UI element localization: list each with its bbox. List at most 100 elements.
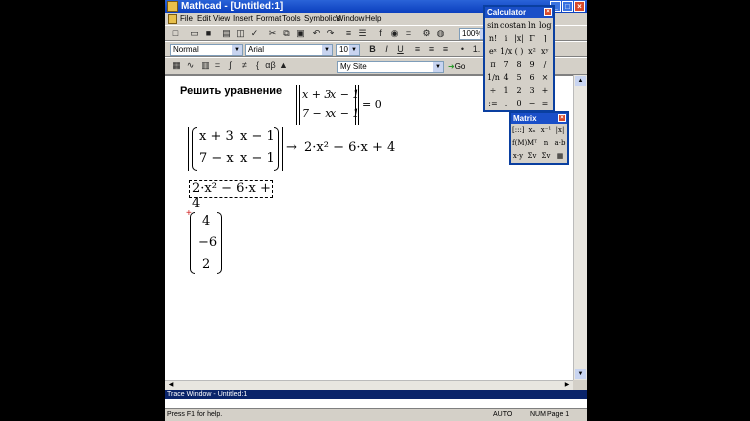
calculator-button[interactable]: / [539,59,551,70]
calculator-button[interactable]: 7 [500,59,512,70]
font-select[interactable]: Arial ▼ [245,44,333,56]
calculator-button[interactable]: 2 [513,85,525,96]
calculator-button[interactable]: − [526,98,538,109]
programming-toolbar-icon[interactable]: { [252,60,263,71]
style-select[interactable]: Normal ▼ [170,44,243,56]
calculator-button[interactable]: 3 [526,85,538,96]
calculator-button[interactable]: ÷ [487,85,499,96]
roots-vector-region[interactable]: 4 −6 2 [190,212,230,276]
calculator-button[interactable]: := [487,98,499,109]
italic-button[interactable]: I [381,44,392,55]
calculator-button[interactable]: Γ [526,33,538,44]
calculator-button[interactable]: sin [487,20,499,31]
matrix-button[interactable]: |x| [554,125,566,136]
matrix-button[interactable]: f(M) [512,138,527,149]
resource-site-select[interactable]: My Site ▼ [337,61,444,73]
boolean-toolbar-icon[interactable]: ≠ [239,60,250,71]
calculator-button[interactable]: 1/n [487,72,500,83]
matrix-button[interactable]: x⁻¹ [540,125,552,136]
calculator-toolbar-icon[interactable]: ▦ [171,60,182,71]
matrix-button[interactable]: x·y [512,151,524,162]
calculator-button[interactable]: x² [526,46,538,57]
align-across-icon[interactable]: ≡ [343,28,354,39]
calculator-button[interactable]: 1 [500,85,512,96]
calculator-button[interactable]: eˣ [487,46,499,57]
calculator-button[interactable]: i [500,33,512,44]
graph-toolbar-icon[interactable]: ∿ [185,60,196,71]
menu-tools[interactable]: Tools [282,13,301,25]
print-icon[interactable]: ▤ [221,28,232,39]
insert-component-icon[interactable]: ⚙ [421,28,432,39]
matrix-button[interactable]: a·b [554,138,566,149]
menu-symbolics[interactable]: Symbolics [304,13,340,25]
undo-icon[interactable]: ↶ [311,28,322,39]
copy-icon[interactable]: ⧉ [281,28,292,39]
align-left-icon[interactable]: ≡ [412,44,423,55]
scroll-left-icon[interactable]: ◀ [166,381,176,389]
calculator-button[interactable]: tan [513,20,526,31]
calculator-button[interactable]: log [539,20,552,31]
go-button[interactable]: ➜Go [448,61,465,72]
calculator-button[interactable]: 1/x [500,46,512,57]
bold-button[interactable]: B [367,44,378,55]
save-icon[interactable]: ■ [203,28,214,39]
open-icon[interactable]: ▭ [189,28,200,39]
menu-format[interactable]: Format [256,13,281,25]
matrix-button[interactable]: Σv [540,151,552,162]
calculator-button[interactable]: ⌉ [539,33,551,44]
matrix-button[interactable]: xₙ [526,125,538,136]
insert-function-icon[interactable]: f [375,28,386,39]
spell-icon[interactable]: ✓ [249,28,260,39]
calculator-button[interactable]: cos [500,20,513,31]
align-right-icon[interactable]: ≡ [440,44,451,55]
matrix-toolbar-icon[interactable]: ▥ [200,60,211,71]
calculate-icon[interactable]: = [403,28,414,39]
calculator-button[interactable]: ( ) [513,46,525,57]
determinant-region[interactable]: x + 3 x − 1 7 − x x − 1 → 2·x² − 6·x + 4 [188,126,408,174]
cut-icon[interactable]: ✂ [267,28,278,39]
align-down-icon[interactable]: ☰ [357,28,368,39]
close-button[interactable]: × [574,1,585,12]
menu-file[interactable]: File [180,13,193,25]
calculus-toolbar-icon[interactable]: ∫ [225,60,236,71]
matrix-button[interactable]: Mᵀ [526,138,538,149]
menu-view[interactable]: View [213,13,230,25]
calculator-titlebar[interactable]: Calculator × [485,7,553,18]
menu-insert[interactable]: Insert [233,13,253,25]
horizontal-scrollbar[interactable]: ◀ ▶ [165,380,573,390]
preview-icon[interactable]: ◫ [235,28,246,39]
size-select[interactable]: 10 ▼ [336,44,360,56]
scroll-right-icon[interactable]: ▶ [562,381,572,389]
calculator-button[interactable]: |x| [513,33,525,44]
matrix-button[interactable]: Σv [526,151,538,162]
paste-icon[interactable]: ▣ [295,28,306,39]
trace-window-titlebar[interactable]: Trace Window - Untitled:1 [165,390,587,399]
calculator-button[interactable]: 8 [513,59,525,70]
evaluation-toolbar-icon[interactable]: = [212,60,223,71]
calculator-button[interactable]: × [539,72,551,83]
menu-window[interactable]: Window [336,13,364,25]
document-icon[interactable] [168,14,177,24]
resource-center-icon[interactable]: ◍ [435,28,446,39]
redo-icon[interactable]: ↷ [325,28,336,39]
insert-unit-icon[interactable]: ◉ [389,28,400,39]
matrix-button[interactable]: ▦ [554,151,566,162]
align-center-icon[interactable]: ≡ [426,44,437,55]
numbering-icon[interactable]: 1. [471,44,482,55]
calculator-close-icon[interactable]: × [544,8,552,16]
new-icon[interactable]: □ [170,28,181,39]
symbolic-toolbar-icon[interactable]: ▲ [278,60,289,71]
underline-button[interactable]: U [395,44,406,55]
calculator-button[interactable]: π [487,59,499,70]
vertical-scrollbar[interactable]: ▲ ▼ [573,75,587,380]
scroll-up-icon[interactable]: ▲ [575,76,586,86]
polynomial-region[interactable]: 2·x² − 6·x + 4 [189,180,273,211]
matrix-button[interactable]: n [540,138,552,149]
menu-edit[interactable]: Edit [197,13,211,25]
calculator-button[interactable]: xʸ [539,46,551,57]
calculator-button[interactable]: 0 [513,98,525,109]
maximize-button[interactable]: □ [562,1,573,12]
scroll-down-icon[interactable]: ▼ [575,369,586,379]
matrix-close-icon[interactable]: × [558,114,566,122]
calculator-button[interactable]: 5 [513,72,525,83]
